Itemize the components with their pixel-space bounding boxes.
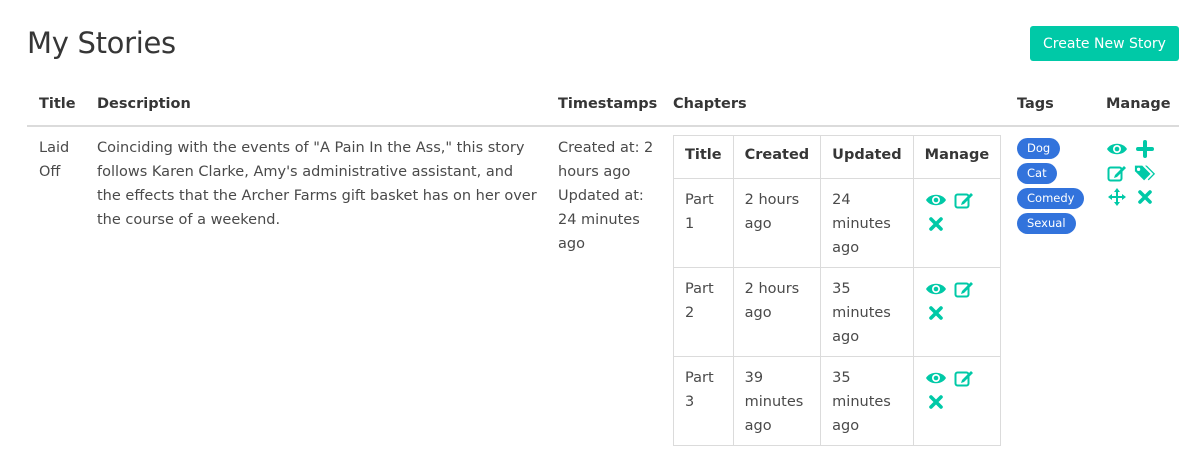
- column-header-chapters: Chapters: [673, 96, 747, 112]
- chapter-manage: [912, 266, 1001, 357]
- chapter-created: 39 minutes ago: [732, 355, 822, 445]
- chapter-manage: [912, 177, 1001, 268]
- edit-icon[interactable]: [1106, 163, 1128, 183]
- eye-icon[interactable]: [925, 279, 947, 299]
- close-icon[interactable]: [1134, 187, 1156, 207]
- chapter-row: Part 1 2 hours ago 24 minutes ago: [674, 177, 1001, 268]
- chapter-row: Part 3 39 minutes ago 35 minutes ago: [674, 355, 1001, 445]
- edit-icon[interactable]: [953, 279, 975, 299]
- chapter-title: Part 2: [674, 266, 734, 357]
- chapter-created: 2 hours ago: [732, 177, 822, 268]
- header-divider: [27, 125, 1179, 127]
- edit-icon[interactable]: [953, 368, 975, 388]
- close-icon[interactable]: [925, 303, 947, 323]
- chapter-manage: [912, 355, 1001, 445]
- eye-icon[interactable]: [1106, 139, 1128, 159]
- chapter-updated: 24 minutes ago: [820, 177, 914, 268]
- column-header-title: Title: [39, 96, 76, 112]
- story-manage: [1106, 137, 1168, 207]
- tags-icon[interactable]: [1134, 163, 1156, 183]
- move-icon[interactable]: [1106, 187, 1128, 207]
- tag-badge[interactable]: Dog: [1017, 138, 1061, 159]
- story-tags: Dog Cat Comedy Sexual: [1017, 138, 1097, 238]
- updated-timestamp: Updated at: 24 minutes ago: [558, 188, 644, 252]
- chapter-title: Part 1: [674, 177, 734, 268]
- column-header-timestamps: Timestamps: [558, 96, 658, 112]
- chapter-row: Part 2 2 hours ago 35 minutes ago: [674, 266, 1001, 357]
- column-header-manage: Manage: [1106, 96, 1171, 112]
- chapter-title: Part 3: [674, 355, 734, 445]
- chapters-header-created: Created: [732, 136, 822, 179]
- create-new-story-button[interactable]: Create New Story: [1030, 26, 1179, 61]
- edit-icon[interactable]: [953, 190, 975, 210]
- tag-badge[interactable]: Comedy: [1017, 188, 1085, 209]
- column-header-description: Description: [97, 96, 191, 112]
- chapter-updated: 35 minutes ago: [820, 355, 914, 445]
- close-icon[interactable]: [925, 392, 947, 412]
- tag-badge[interactable]: Sexual: [1017, 213, 1076, 234]
- column-header-tags: Tags: [1017, 96, 1054, 112]
- eye-icon[interactable]: [925, 190, 947, 210]
- chapters-table: Title Created Updated Manage Part 1 2 ho…: [673, 135, 1002, 446]
- tag-badge[interactable]: Cat: [1017, 163, 1057, 184]
- story-timestamps: Created at: 2 hours ago Updated at: 24 m…: [558, 136, 658, 256]
- close-icon[interactable]: [925, 214, 947, 234]
- story-title: Laid Off: [39, 140, 70, 180]
- chapters-header-manage: Manage: [912, 136, 1001, 179]
- page-title: My Stories: [27, 26, 176, 60]
- chapter-created: 2 hours ago: [732, 266, 822, 357]
- chapters-header-updated: Updated: [820, 136, 914, 179]
- chapter-updated: 35 minutes ago: [820, 266, 914, 357]
- eye-icon[interactable]: [925, 368, 947, 388]
- story-description: Coinciding with the events of "A Pain In…: [97, 140, 537, 228]
- stories-page: My Stories Create New Story Title Descri…: [0, 0, 1203, 467]
- created-timestamp: Created at: 2 hours ago: [558, 140, 654, 180]
- chapters-header-title: Title: [674, 136, 734, 179]
- plus-icon[interactable]: [1134, 139, 1156, 159]
